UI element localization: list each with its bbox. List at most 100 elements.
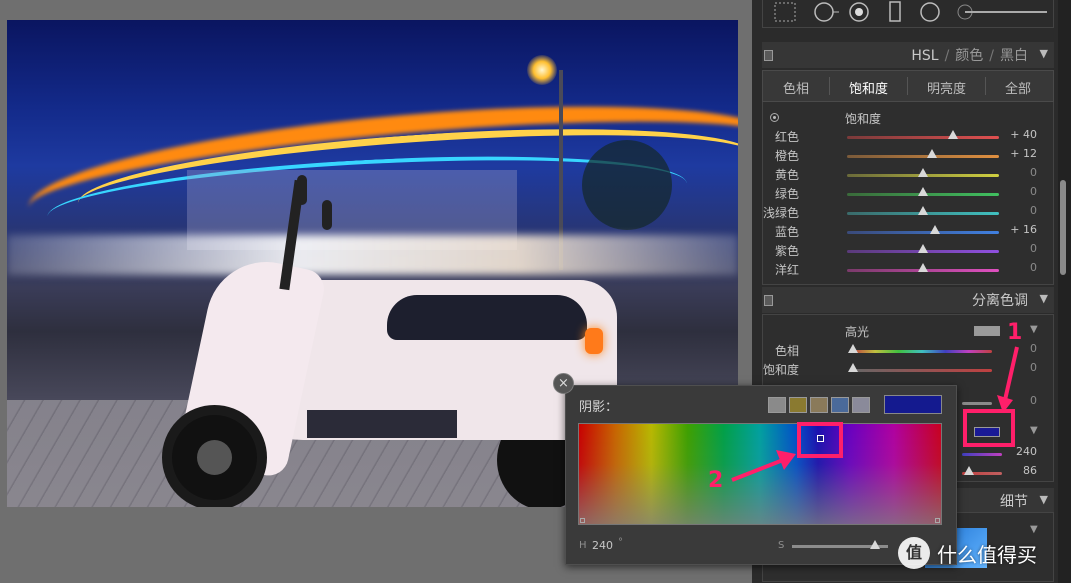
hsl-mode-bw[interactable]: 黑白 [1000,48,1028,64]
slider-value[interactable]: + 12 [1010,147,1037,160]
panel-scrollbar-thumb[interactable] [1060,180,1066,275]
circle-icon[interactable] [918,1,942,27]
annotation-highlight-box-2 [797,422,843,458]
slider-value[interactable]: 0 [1030,394,1037,407]
panel-scrollbar-track [1058,0,1071,583]
slider-value[interactable]: + 16 [1010,223,1037,236]
slider-track[interactable] [847,136,999,139]
slider-label: 黄色 [774,168,799,182]
slider-value[interactable]: 240 [1016,445,1037,458]
slider-label: 洋红 [774,263,799,277]
street-lamp [527,55,557,85]
saturation-heading: 饱和度 [845,112,882,126]
color-preset-swatch[interactable] [852,397,870,413]
annotation-number-2: 2 [708,468,724,493]
slider-value[interactable]: 86 [1023,464,1037,477]
street-glow [7,235,738,275]
slider-track[interactable] [847,155,999,158]
spectrum-corner-handle [935,518,940,523]
collapse-arrow-icon[interactable]: ▼ [1040,47,1048,60]
close-icon[interactable]: × [553,373,574,394]
spectrum-corner-handle [580,518,585,523]
tool-strip [762,0,1054,28]
collapse-arrow-icon[interactable]: ▼ [1040,292,1048,305]
tab-all[interactable]: 全部 [1005,78,1031,97]
saturation-slider-row[interactable]: 蓝色 + 16 [762,222,1054,241]
slider-handle[interactable] [848,363,858,372]
shadows-dropdown-icon[interactable]: ▼ [1030,425,1038,436]
circle-arrow-icon[interactable] [811,1,841,27]
slider-handle[interactable] [848,344,858,353]
slider-icon[interactable] [955,1,1051,27]
slider-handle[interactable] [927,149,938,158]
slider-label: 饱和度 [762,363,799,377]
slider-value[interactable]: + 40 [1010,128,1037,141]
slider-handle[interactable] [918,206,928,215]
rectangle-icon[interactable] [887,1,903,27]
tab-saturation[interactable]: 饱和度 [849,78,888,97]
annotation-arrow-2 [731,450,796,482]
highlights-dropdown-icon[interactable]: ▼ [1030,324,1038,335]
hsl-panel-header[interactable]: HSL / 颜色 / 黑白 ▼ [762,42,1054,68]
slider-value[interactable]: 0 [1030,204,1037,217]
detail-title: 细节 [1000,494,1028,510]
slider-track[interactable] [962,402,992,405]
detail-dropdown-icon[interactable]: ▼ [1030,524,1038,535]
slider-track[interactable] [852,369,992,372]
slider-handle[interactable] [918,168,928,177]
slider-label: 浅绿色 [762,206,799,220]
slider-label: 绿色 [774,187,799,201]
saturation-slider-row[interactable]: 绿色 0 [762,184,1054,203]
scooter-mirror [322,200,332,230]
watermark-text: 什么值得买 [937,542,1037,567]
slider-value[interactable]: 0 [1030,242,1037,255]
color-preset-swatch[interactable] [831,397,849,413]
saturation-slider-row[interactable]: 浅绿色 0 [762,203,1054,222]
saturation-slider-row[interactable]: 黄色 0 [762,165,1054,184]
color-preset-swatch[interactable] [768,397,786,413]
hue-label: H [579,540,587,551]
saturation-slider-row[interactable]: 紫色 0 [762,241,1054,260]
highlights-color-swatch[interactable] [974,326,1000,336]
lightroom-window: HSL / 颜色 / 黑白 ▼ 色相 饱和度 明亮度 全部 饱和度 分离色调 ▼ 高光 … [0,0,1071,583]
collapse-arrow-icon[interactable]: ▼ [1040,493,1048,506]
scooter-mirror [297,175,307,205]
slider-value[interactable]: 0 [1030,261,1037,274]
grid-icon[interactable] [773,1,797,27]
panel-toggle-switch[interactable] [764,50,773,61]
tab-hue[interactable]: 色相 [783,78,809,97]
slider-label: 紫色 [774,244,799,258]
tab-luminance[interactable]: 明亮度 [927,78,966,97]
slider-value[interactable]: 0 [1030,166,1037,179]
slider-value[interactable]: 0 [1030,342,1037,355]
scooter-tail-light [585,328,603,354]
color-preset-swatch[interactable] [789,397,807,413]
slider-track[interactable] [852,350,992,353]
slider-track[interactable] [962,453,1002,456]
color-preset-swatch[interactable] [810,397,828,413]
saturation-slider-row[interactable]: 橙色 + 12 [762,146,1054,165]
panel-toggle-switch[interactable] [764,295,773,306]
split-toning-header[interactable]: 分离色调 ▼ [762,287,1054,313]
hue-value[interactable]: 240 [592,539,613,552]
slider-handle[interactable] [918,187,928,196]
split-toning-title: 分离色调 [972,293,1028,309]
slider-handle[interactable] [964,466,974,475]
color-picker-title: 阴影： [579,400,619,415]
saturation-slider-handle[interactable] [869,540,880,549]
slider-track[interactable] [847,231,999,234]
saturation-slider-row[interactable]: 洋红 0 [762,260,1054,279]
slider-value[interactable]: 0 [1030,185,1037,198]
hsl-mode-hsl[interactable]: HSL [911,48,938,64]
dot-circle-icon[interactable] [847,1,871,27]
slider-handle[interactable] [918,263,928,272]
slider-label: 色相 [774,344,799,358]
slider-handle[interactable] [948,130,959,139]
slider-value[interactable]: 0 [1030,361,1037,374]
slider-handle[interactable] [918,244,928,253]
hsl-mode-color[interactable]: 颜色 [955,48,983,64]
slider-handle[interactable] [930,225,941,234]
watermark-logo: 值 [898,537,930,569]
saturation-slider-row[interactable]: 红色 + 40 [762,127,1054,146]
target-adjust-icon[interactable] [770,113,779,122]
